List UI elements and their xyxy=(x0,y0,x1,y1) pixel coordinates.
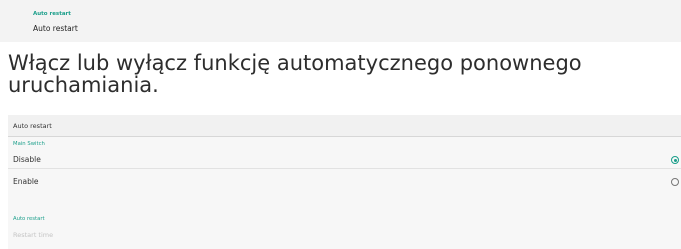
settings-item-panel[interactable]: Auto restart Auto restart xyxy=(0,0,681,42)
auto-restart-dialog: Auto restart Main Switch Disable Enable … xyxy=(8,115,681,249)
dialog-header: Auto restart xyxy=(8,115,681,137)
restart-time-field[interactable]: Restart time xyxy=(13,231,53,239)
section-label: Auto restart xyxy=(33,11,71,17)
option-disable[interactable]: Disable xyxy=(8,152,681,169)
radio-enable-icon[interactable] xyxy=(671,178,679,186)
auto-restart-item[interactable]: Auto restart xyxy=(33,24,78,33)
option-disable-label: Disable xyxy=(13,155,41,164)
option-enable-label: Enable xyxy=(13,177,39,186)
radio-disable-icon[interactable] xyxy=(671,156,679,164)
description-text: Włącz lub wyłącz funkcję automatycznego … xyxy=(8,51,582,97)
dialog-title: Auto restart xyxy=(13,122,52,130)
main-switch-label: Main Switch xyxy=(13,141,45,147)
option-enable[interactable]: Enable xyxy=(8,174,681,190)
auto-restart-group-label: Auto restart xyxy=(13,216,45,222)
